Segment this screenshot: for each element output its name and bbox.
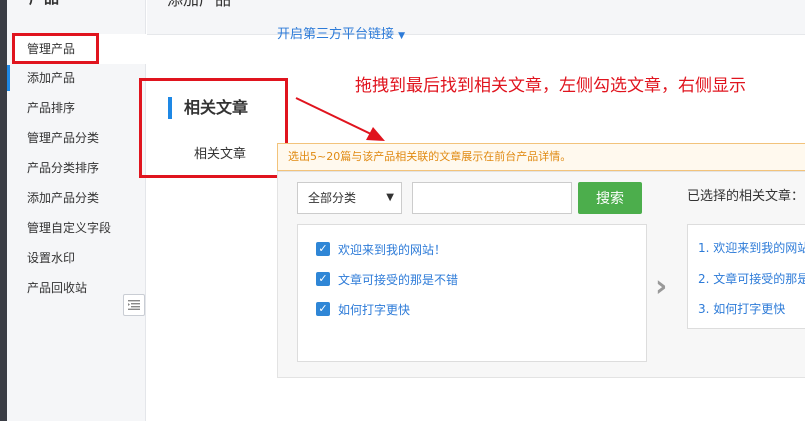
highlight-box-manage-products bbox=[12, 33, 99, 64]
selected-item-title: 欢迎来到我的网站！ bbox=[713, 241, 805, 255]
sidebar-item-watermark[interactable]: 设置水印 bbox=[27, 250, 75, 266]
sidebar-item-add-product[interactable]: 添加产品 bbox=[27, 70, 75, 86]
sidebar-item-category-sort[interactable]: 产品分类排序 bbox=[27, 160, 99, 176]
selected-item-index: 1. bbox=[698, 241, 710, 255]
checkbox-checked-icon[interactable]: ✓ bbox=[316, 242, 330, 256]
checkbox-checked-icon[interactable]: ✓ bbox=[316, 272, 330, 286]
hint-text: 选出5~20篇与该产品相关联的文章展示在前台产品详情。 bbox=[288, 150, 572, 163]
selected-item-title: 文章可接受的那是不错 bbox=[713, 272, 805, 286]
sidebar-item-manage-categories[interactable]: 管理产品分类 bbox=[27, 130, 99, 146]
chevron-right-icon[interactable]: › bbox=[655, 270, 667, 304]
search-input[interactable] bbox=[412, 182, 572, 214]
app-left-strip bbox=[0, 0, 7, 421]
article-title: 如何打字更快 bbox=[338, 302, 411, 317]
selected-item-index: 2. bbox=[698, 272, 710, 286]
selected-articles-label: 已选择的相关文章： bbox=[687, 189, 805, 204]
list-item[interactable]: ✓ 文章可接受的那是不错 bbox=[316, 271, 458, 287]
sidebar-title: 产品 bbox=[29, 0, 59, 8]
selected-article-list: 1. 欢迎来到我的网站！ 2. 文章可接受的那是不错 3. 如何打字更快 bbox=[687, 224, 805, 329]
annotation-text: 拖拽到最后找到相关文章，左侧勾选文章，右侧显示 bbox=[355, 76, 746, 96]
list-item[interactable]: ✓ 欢迎来到我的网站！ bbox=[316, 241, 446, 257]
page-title: 添加产品 bbox=[167, 0, 231, 10]
sidebar-item-custom-fields[interactable]: 管理自定义字段 bbox=[27, 220, 111, 236]
selected-item-index: 3. bbox=[698, 302, 710, 316]
category-select-value: 全部分类 bbox=[308, 191, 357, 205]
selected-list-item[interactable]: 1. 欢迎来到我的网站！ bbox=[698, 240, 805, 256]
checkbox-checked-icon[interactable]: ✓ bbox=[316, 302, 330, 316]
third-party-link-label: 开启第三方平台链接 bbox=[277, 27, 395, 40]
caret-down-icon: ▼ bbox=[386, 192, 394, 203]
third-party-link[interactable]: 开启第三方平台链接 ▼ bbox=[277, 27, 405, 40]
list-item[interactable]: ✓ 如何打字更快 bbox=[316, 301, 410, 317]
search-button[interactable]: 搜索 bbox=[578, 182, 642, 214]
sidebar-item-recycle-bin[interactable]: 产品回收站 bbox=[27, 280, 87, 296]
highlight-box-related-articles bbox=[139, 78, 288, 178]
article-list: ✓ 欢迎来到我的网站！ ✓ 文章可接受的那是不错 ✓ 如何打字更快 bbox=[297, 224, 647, 362]
hint-bar: 选出5~20篇与该产品相关联的文章展示在前台产品详情。 bbox=[277, 143, 805, 171]
collapse-menu-icon[interactable] bbox=[123, 294, 145, 316]
sidebar-item-product-sort[interactable]: 产品排序 bbox=[27, 100, 75, 116]
article-title: 文章可接受的那是不错 bbox=[338, 272, 459, 287]
category-select[interactable]: 全部分类 ▼ bbox=[297, 182, 402, 214]
selected-list-item[interactable]: 2. 文章可接受的那是不错 bbox=[698, 271, 805, 287]
selected-list-item[interactable]: 3. 如何打字更快 bbox=[698, 301, 785, 317]
caret-down-icon: ▼ bbox=[398, 31, 406, 40]
selected-item-title: 如何打字更快 bbox=[713, 302, 786, 316]
sidebar-item-add-category[interactable]: 添加产品分类 bbox=[27, 190, 99, 206]
page-header: 添加产品 bbox=[147, 0, 805, 35]
active-indicator bbox=[7, 65, 10, 91]
collapse-menu-glyph bbox=[128, 300, 140, 310]
article-title: 欢迎来到我的网站！ bbox=[338, 242, 447, 257]
